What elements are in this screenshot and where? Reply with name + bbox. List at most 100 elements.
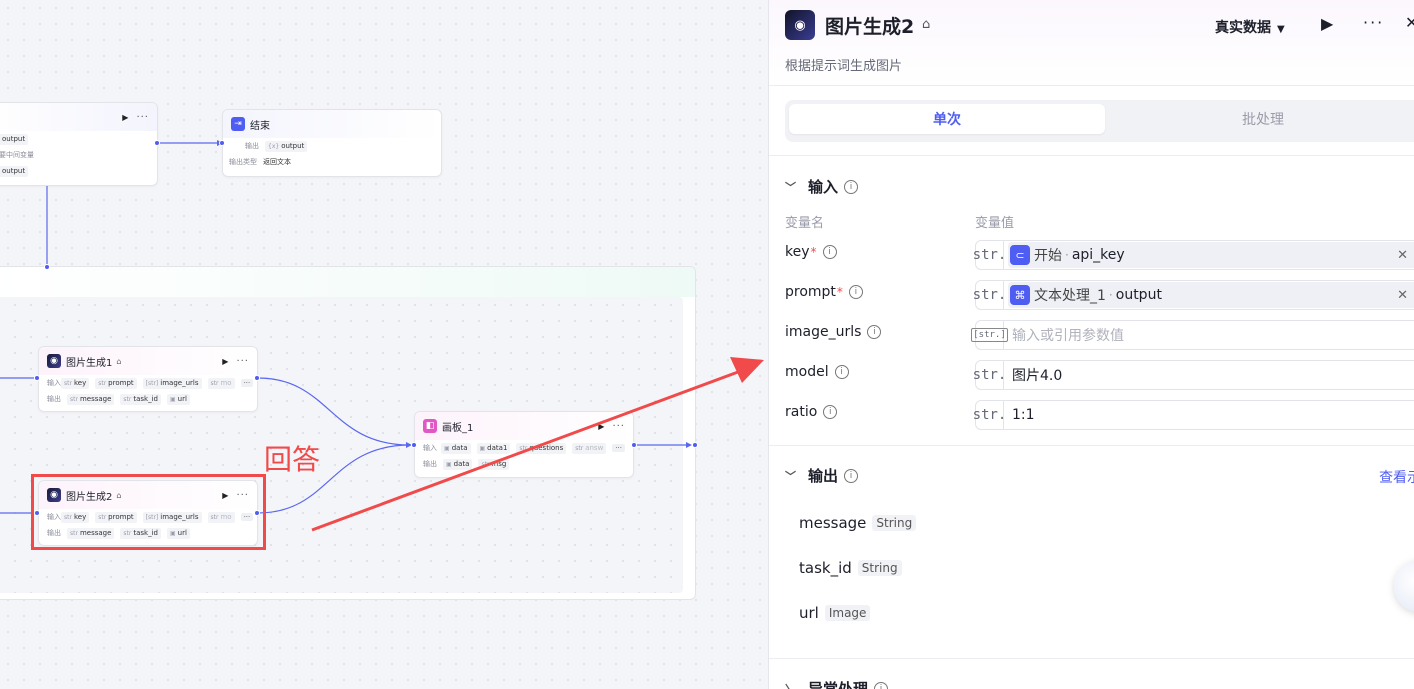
end-icon: ⇥ (231, 117, 245, 131)
info-icon[interactable]: i (844, 468, 859, 483)
var-name: url (177, 395, 187, 403)
more-icon[interactable]: ··· (1363, 13, 1384, 32)
output-name: message (799, 514, 867, 532)
output-port[interactable] (631, 442, 637, 448)
var-name-label: image_urls i (785, 324, 882, 340)
required-mark: * (810, 245, 817, 259)
type-tag[interactable]: [str.] (971, 321, 1008, 349)
info-icon[interactable]: i (822, 245, 837, 259)
image-gen-logo-icon: ◉ (785, 10, 815, 40)
output-row: url Image (799, 604, 871, 622)
section-divider (769, 658, 1414, 659)
info-icon[interactable]: i (848, 285, 863, 299)
prompt-value-field[interactable]: str. ⌘ 文本处理_1 · output ✕ (973, 280, 1414, 310)
end-node[interactable]: ⇥ 结束 输出 {x} output 输出类型 返回文本 (222, 109, 442, 177)
model-value[interactable]: 图片4.0 (1012, 365, 1062, 385)
run-icon[interactable]: ▶ (1321, 14, 1333, 33)
model-value-field[interactable]: str. 图片4.0 (973, 360, 1414, 390)
clear-icon[interactable]: ✕ (1397, 248, 1408, 263)
info-icon[interactable]: i (823, 405, 838, 419)
type-tag[interactable]: str. (973, 361, 1006, 389)
input-port[interactable] (34, 375, 40, 381)
var-name-label: key * i (785, 244, 837, 260)
panel-title[interactable]: 图片生成2 (825, 12, 914, 39)
run-mode-tabs: 单次 批处理 (785, 100, 1414, 142)
more-vars-pill[interactable]: ··· (240, 379, 254, 387)
board-node[interactable]: ◧ 画板_1 ▶ ··· 输入 ▣ data ▣ data1 str question… (414, 411, 634, 478)
var-chip: str mo (207, 377, 235, 389)
ratio-value[interactable]: 1:1 (1012, 407, 1035, 423)
output-port[interactable] (254, 375, 260, 381)
workflow-canvas[interactable]: ▶ ··· output 要中间变量 output ⇥ 结束 输出 {x} out… (0, 0, 768, 689)
store-icon[interactable]: ⌂ (922, 17, 930, 32)
annotation-highlight-box (31, 474, 266, 550)
upstream-node[interactable]: ▶ ··· output 要中间变量 output (0, 102, 158, 186)
type-tag[interactable]: str. (973, 401, 1006, 429)
node-text: 要中间变量 (0, 151, 34, 159)
var-chip: {x} output (265, 140, 308, 152)
type-tag[interactable]: str. (973, 281, 1006, 309)
info-icon[interactable]: i (874, 681, 889, 689)
more-vars-pill[interactable]: ··· (612, 444, 625, 452)
image-gen-icon: ◉ (47, 354, 61, 368)
image-urls-value-field[interactable]: [str.] 输入或引用参数值 (971, 320, 1414, 350)
group-output-port[interactable] (692, 442, 698, 448)
image-urls-placeholder[interactable]: 输入或引用参数值 (1012, 325, 1124, 345)
var-chip: ▣ data (443, 458, 473, 470)
var-name-text: model (785, 364, 829, 380)
image-gen-node-1[interactable]: ◉ 图片生成1 ⌂ ▶ ··· 输入 str key str prompt [str… (38, 346, 258, 412)
text-process-node-icon: ⌘ (1010, 285, 1030, 305)
annotation-label: 回答 (264, 443, 321, 476)
var-name-text: key (785, 244, 810, 260)
type-tag[interactable]: str. (973, 241, 1006, 269)
bottom-port[interactable] (44, 264, 50, 270)
var-name: answ (585, 444, 604, 452)
reference-chip[interactable]: ⌘ 文本处理_1 · output ✕ (1008, 282, 1414, 308)
output-section-header[interactable]: ﹀ 输出 i (785, 465, 859, 486)
output-name: url (799, 604, 819, 622)
var-name: data (453, 460, 470, 468)
var-name: data1 (487, 444, 508, 452)
var-name: output (281, 142, 305, 150)
var-name: questions (529, 444, 564, 452)
ref-var: api_key (1071, 247, 1125, 263)
input-label: 输入 (47, 379, 61, 387)
output-port[interactable] (154, 140, 160, 146)
close-icon[interactable]: ✕ (1405, 13, 1414, 32)
panel-description[interactable]: 根据提示词生成图片 (785, 55, 902, 74)
input-section-header[interactable]: ﹀ 输入 i (785, 176, 859, 197)
more-icon[interactable]: ··· (136, 112, 149, 123)
assistant-float-button[interactable] (1394, 560, 1414, 612)
ratio-value-field[interactable]: str. 1:1 (973, 400, 1414, 430)
output-name: task_id (799, 559, 852, 577)
tab-batch[interactable]: 批处理 (1105, 104, 1414, 134)
var-name: prompt (108, 379, 134, 387)
clear-icon[interactable]: ✕ (1397, 288, 1408, 303)
run-icon[interactable]: ▶ (222, 357, 228, 366)
input-port[interactable] (411, 442, 417, 448)
more-icon[interactable]: ··· (612, 421, 625, 432)
var-chip: str prompt (95, 377, 137, 389)
input-port[interactable] (219, 140, 225, 146)
view-example-link[interactable]: 查看示 (1379, 467, 1414, 487)
exception-section-header[interactable]: 〉 异常处理 i (785, 678, 889, 689)
column-header-name: 变量名 (785, 216, 825, 231)
info-icon[interactable]: i (834, 365, 849, 379)
run-icon[interactable]: ▶ (598, 422, 604, 431)
var-name: key (73, 379, 87, 387)
chevron-down-icon: ﹀ (785, 469, 796, 483)
run-icon[interactable]: ▶ (122, 113, 128, 122)
data-source-select[interactable]: 真实数据 ▼ (1215, 17, 1285, 37)
info-icon[interactable]: i (867, 325, 882, 339)
more-icon[interactable]: ··· (236, 356, 249, 367)
data-source-label: 真实数据 (1215, 20, 1271, 36)
var-chip: str questions (516, 442, 567, 454)
info-icon[interactable]: i (844, 179, 859, 194)
required-mark: * (836, 285, 843, 299)
var-chip: [str] image_urls (142, 377, 202, 389)
tab-single[interactable]: 单次 (789, 104, 1105, 134)
key-value-field[interactable]: str. ⊂ 开始 · api_key ✕ (973, 240, 1414, 270)
input-section-title: 输入 (808, 178, 839, 196)
reference-chip[interactable]: ⊂ 开始 · api_key ✕ (1008, 242, 1414, 268)
caret-down-icon: ▼ (1277, 24, 1285, 35)
